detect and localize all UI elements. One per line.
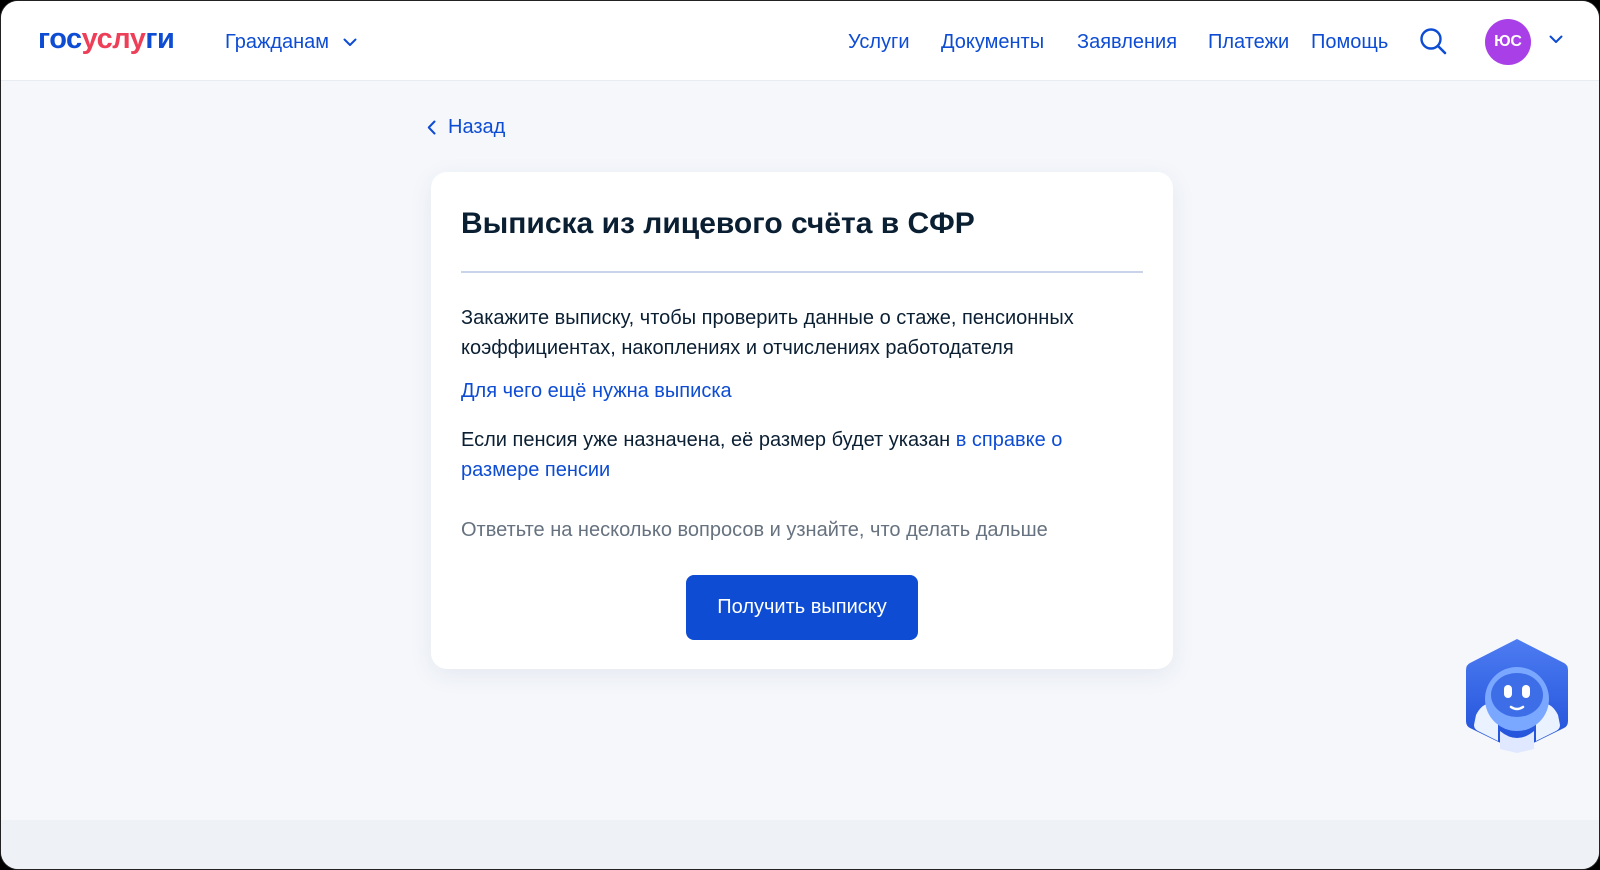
logo-part-gi: ги [145,23,175,55]
service-description: Закажите выписку, чтобы проверить данные… [461,307,1074,359]
gosuslugi-logo[interactable]: госуслуги [38,21,175,57]
nav-help[interactable]: Помощь [1311,28,1388,56]
audience-label: Гражданам [225,30,330,53]
nav-applications[interactable]: Заявления [1077,28,1177,56]
pension-info: Если пенсия уже назначена, её размер буд… [461,425,1143,485]
back-link[interactable]: Назад [427,113,505,141]
robot-assistant-icon[interactable] [1464,637,1570,753]
footer-band [1,820,1599,869]
divider [461,271,1143,273]
logo-part-gos: гос [38,23,82,55]
nav-documents[interactable]: Документы [941,28,1044,56]
questions-hint: Ответьте на несколько вопросов и узнайте… [461,519,1048,541]
nav-payments[interactable]: Платежи [1208,28,1289,56]
search-icon[interactable] [1419,27,1447,55]
chevron-left-icon [427,120,436,134]
why-needed-link[interactable]: Для чего ещё нужна выписка [461,376,732,406]
service-card: Выписка из лицевого счёта в СФР Закажите… [431,172,1173,669]
logo-part-uslu: услу [81,23,146,55]
browser-frame: госуслуги Гражданам Услуги Документы Зая… [0,0,1600,870]
get-statement-button[interactable]: Получить выписку [686,575,918,640]
page-title: Выписка из лицевого счёта в СФР [461,207,975,240]
header: госуслуги Гражданам Услуги Документы Зая… [1,1,1599,81]
audience-selector[interactable]: Гражданам [225,28,357,56]
chevron-down-icon [343,38,357,46]
chevron-down-icon[interactable] [1549,35,1563,44]
avatar[interactable]: ЮС [1485,19,1531,65]
nav-services[interactable]: Услуги [848,28,910,56]
pension-info-text: Если пенсия уже назначена, её размер буд… [461,429,956,451]
back-label: Назад [448,115,506,138]
